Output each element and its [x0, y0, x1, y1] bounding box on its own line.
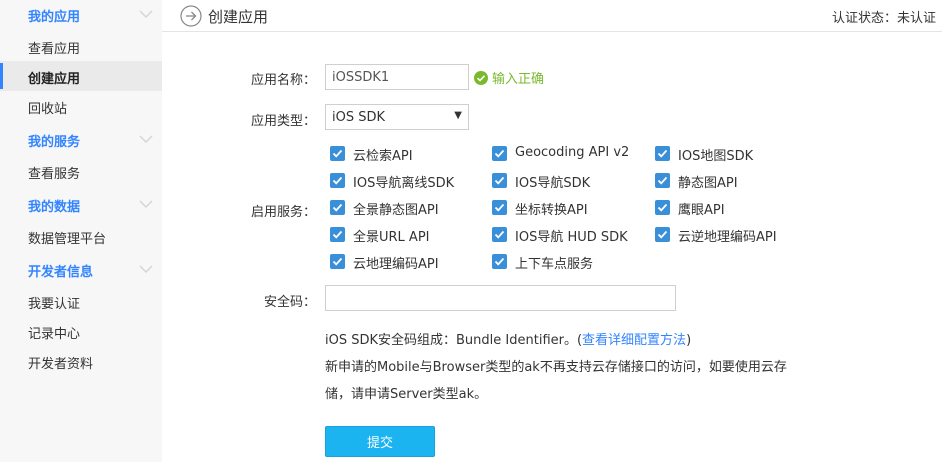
sidebar-item-view-services[interactable]: 查看服务	[0, 156, 162, 186]
checkbox-checked-icon	[492, 173, 507, 188]
checkbox-checked-icon	[330, 227, 345, 242]
service-label: IOS导航离线SDK	[353, 176, 455, 191]
app-type-label: 应用类型：	[250, 114, 316, 129]
app-name-label: 应用名称：	[250, 73, 316, 88]
services-label: 启用服务：	[250, 205, 316, 220]
app-type-value: iOS SDK	[332, 110, 386, 125]
checkbox-checked-icon	[492, 227, 507, 242]
service-label: 上下车点服务	[515, 257, 594, 272]
page-header: 创建应用 认证状态：未认证	[162, 0, 942, 32]
sidebar-item-label: 记录中心	[28, 327, 81, 342]
service-label: 云逆地理编码API	[678, 230, 777, 245]
sidebar-section-my-services[interactable]: 我的服务	[0, 125, 162, 155]
storage-note-line2: 储，请申请Server类型ak。	[325, 387, 488, 402]
service-label: 坐标转换API	[515, 203, 588, 218]
checkbox-checked-icon	[330, 200, 345, 215]
service-label: IOS导航 HUD SDK	[515, 230, 628, 245]
sidebar-item-verify[interactable]: 我要认证	[0, 286, 162, 316]
sidebar-section-title: 我的应用	[28, 10, 81, 25]
sidebar-section-title: 我的数据	[28, 200, 81, 215]
arrow-right-circle-icon	[180, 5, 202, 27]
sidebar-item-label: 创建应用	[28, 72, 81, 87]
sidebar-item-data-platform[interactable]: 数据管理平台	[0, 221, 162, 251]
page-title: 创建应用	[208, 8, 269, 26]
chevron-down-icon	[139, 200, 153, 209]
validation-text: 输入正确	[492, 72, 545, 87]
app-type-select[interactable]: iOS SDK ▼	[325, 104, 469, 130]
sidebar-item-recycle-bin[interactable]: 回收站	[0, 91, 162, 121]
security-code-label: 安全码：	[263, 295, 316, 310]
sidebar-item-label: 我要认证	[28, 297, 81, 312]
service-label: 云检索API	[353, 149, 413, 164]
checkbox-checked-icon	[655, 146, 670, 161]
storage-note-line1: 新申请的Mobile与Browser类型的ak不再支持云存储接口的访问，如要使用…	[325, 360, 787, 375]
service-label: 静态图API	[678, 176, 738, 191]
sidebar-section-my-data[interactable]: 我的数据	[0, 190, 162, 220]
app-name-input[interactable]	[325, 64, 469, 90]
checkbox-checked-icon	[492, 200, 507, 215]
verification-status: 认证状态：未认证	[831, 11, 936, 26]
checkbox-checked-icon	[655, 173, 670, 188]
sidebar-item-label: 回收站	[28, 102, 68, 117]
sidebar-section-title: 开发者信息	[28, 265, 94, 280]
chevron-down-icon	[139, 135, 153, 144]
security-code-input[interactable]	[325, 285, 676, 311]
note-text: iOS SDK安全码组成：Bundle Identifier。(	[325, 333, 583, 348]
sidebar-item-label: 数据管理平台	[28, 232, 107, 247]
note-text: )	[686, 333, 692, 348]
sidebar-item-label: 查看应用	[28, 42, 81, 57]
checkbox-checked-icon	[655, 227, 670, 242]
checkbox-checked-icon	[655, 200, 670, 215]
checkbox-checked-icon	[330, 173, 345, 188]
sidebar-section-title: 我的服务	[28, 135, 81, 150]
validation-message: 输入正确	[474, 68, 544, 87]
checkbox-checked-icon	[330, 146, 345, 161]
submit-button[interactable]: 提交	[325, 426, 435, 457]
sidebar-item-create-app[interactable]: 创建应用	[0, 61, 162, 91]
sidebar-item-label: 查看服务	[28, 167, 81, 182]
sidebar-section-developer-info[interactable]: 开发者信息	[0, 255, 162, 285]
checkbox-checked-icon	[492, 254, 507, 269]
sidebar-item-records[interactable]: 记录中心	[0, 316, 162, 346]
sidebar-item-view-apps[interactable]: 查看应用	[0, 31, 162, 61]
service-label: 全景URL API	[353, 230, 430, 245]
service-label: 全景静态图API	[353, 203, 439, 218]
checkbox-checked-icon	[492, 146, 507, 161]
chevron-down-icon	[139, 265, 153, 274]
config-help-link[interactable]: 查看详细配置方法	[582, 333, 686, 348]
security-code-note: iOS SDK安全码组成：Bundle Identifier。(查看详细配置方法…	[325, 329, 691, 348]
chevron-down-icon	[139, 10, 153, 19]
sidebar: 我的应用 查看应用 创建应用 回收站 我的服务 查看服务 我的数据 数据管理平台…	[0, 0, 162, 462]
service-label: 鹰眼API	[678, 203, 725, 218]
sidebar-item-developer-profile[interactable]: 开发者资料	[0, 346, 162, 376]
checkbox-checked-icon	[330, 254, 345, 269]
service-label: IOS地图SDK	[678, 149, 754, 164]
sidebar-section-my-apps[interactable]: 我的应用	[0, 0, 162, 30]
service-label: 云地理编码API	[353, 257, 439, 272]
sidebar-item-label: 开发者资料	[28, 357, 94, 372]
dropdown-arrow-icon: ▼	[454, 110, 462, 121]
service-label: IOS导航SDK	[515, 176, 591, 191]
service-label: Geocoding API v2	[515, 145, 630, 160]
check-circle-icon	[474, 71, 488, 85]
